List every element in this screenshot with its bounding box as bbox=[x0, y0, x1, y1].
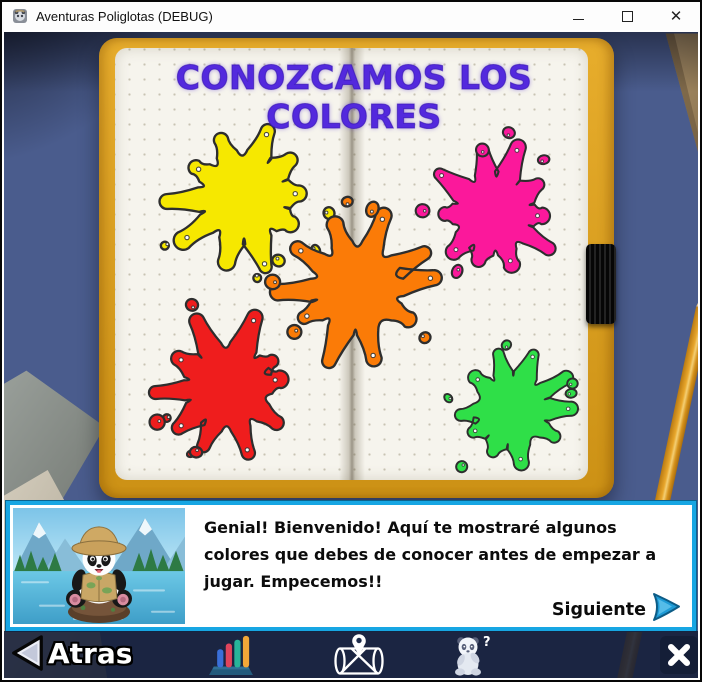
stats-button[interactable] bbox=[207, 634, 255, 678]
close-window-button[interactable]: ✕ bbox=[668, 8, 684, 24]
paint-splat-magenta bbox=[391, 111, 596, 321]
bar-chart-icon bbox=[209, 635, 253, 676]
panda-help-icon: ? bbox=[455, 635, 491, 676]
minimize-icon bbox=[572, 18, 584, 20]
map-icon bbox=[334, 634, 384, 675]
paint-splat-green bbox=[417, 315, 607, 510]
back-label: Atras bbox=[48, 636, 133, 670]
minimize-button[interactable] bbox=[570, 8, 586, 24]
maximize-button[interactable] bbox=[619, 8, 635, 24]
exit-x-icon bbox=[667, 643, 691, 667]
back-arrow-icon bbox=[12, 635, 43, 671]
app-icon bbox=[13, 9, 27, 23]
next-button[interactable]: Siguiente bbox=[552, 600, 646, 620]
title-bar: Aventuras Poliglotas (DEBUG) ✕ bbox=[2, 2, 700, 30]
map-button[interactable] bbox=[332, 632, 386, 678]
bottom-nav-bar: Atras ? bbox=[4, 631, 698, 678]
exit-button[interactable] bbox=[660, 636, 698, 674]
panda-guide-image bbox=[13, 508, 185, 624]
app-window: Aventuras Poliglotas (DEBUG) ✕ CONOZCAMO… bbox=[0, 0, 702, 682]
window-controls: ✕ bbox=[570, 8, 684, 24]
window-title: Aventuras Poliglotas (DEBUG) bbox=[36, 8, 213, 24]
paint-splat-red bbox=[119, 278, 337, 501]
game-stage: CONOZCAMOS LOS COLORES Genial! Bienvenid… bbox=[4, 32, 698, 678]
lesson-title: CONOZCAMOS LOS COLORES bbox=[175, 57, 533, 136]
next-arrow-icon[interactable] bbox=[650, 591, 684, 623]
tutorial-dialog: Genial! Bienvenido! Aquí te mostraré alg… bbox=[6, 501, 696, 631]
help-button[interactable]: ? bbox=[450, 633, 496, 678]
close-window-icon: ✕ bbox=[669, 6, 683, 25]
back-button[interactable]: Atras bbox=[8, 634, 132, 672]
svg-text:?: ? bbox=[483, 635, 491, 650]
dialog-message: Genial! Bienvenido! Aquí te mostraré alg… bbox=[204, 518, 657, 591]
maximize-icon bbox=[621, 10, 633, 22]
